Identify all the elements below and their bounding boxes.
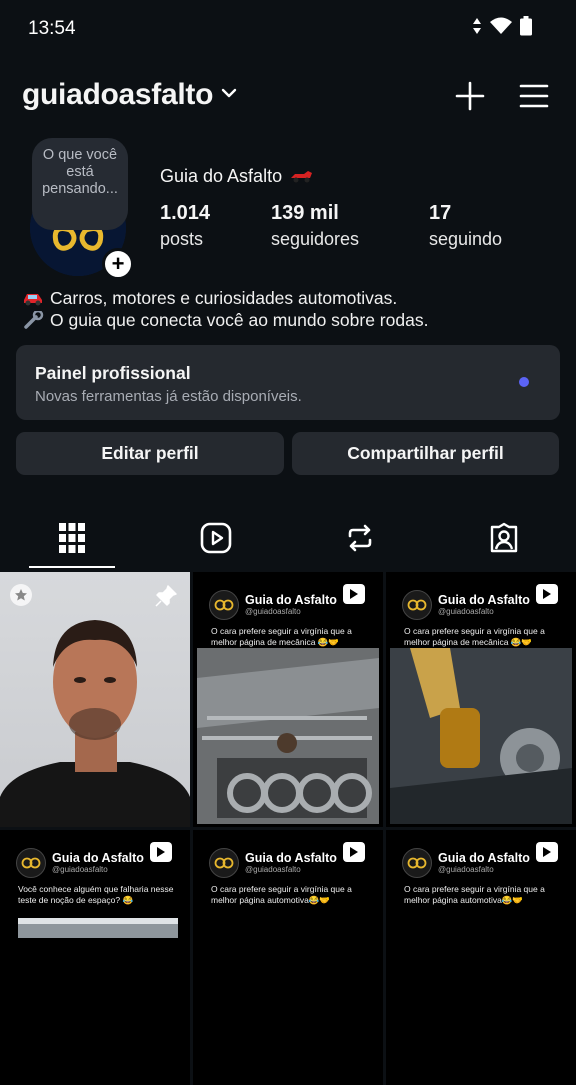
tab-reposts[interactable] <box>288 508 432 568</box>
reel-caption: O cara prefere seguir a virgínia que a m… <box>404 626 545 647</box>
stat-value: 139 mil <box>271 202 339 224</box>
grid-icon <box>59 523 85 553</box>
reel-header: Guia do Asfalto @guiadoasfalto <box>402 848 530 878</box>
display-name-text: Guia do Asfalto <box>160 166 283 186</box>
reel-name: Guia do Asfalto <box>438 850 530 865</box>
reel-header: Guia do Asfalto @guiadoasfalto <box>209 590 337 620</box>
reel-handle: @guiadoasfalto <box>245 606 301 616</box>
create-plus-icon[interactable] <box>452 78 488 114</box>
bio: Carros, motores e curiosidades automotiv… <box>22 287 428 331</box>
stat-value: 17 <box>429 202 452 224</box>
pin-icon <box>155 585 177 607</box>
profile-tabs <box>0 508 576 568</box>
reel-icon <box>150 842 172 862</box>
reel-name: Guia do Asfalto <box>438 592 530 607</box>
professional-dashboard-card[interactable]: Painel profissional Novas ferramentas já… <box>16 345 560 420</box>
active-tab-indicator <box>29 566 115 568</box>
post-thumbnail[interactable]: Guia do Asfalto @guiadoasfalto O cara pre… <box>386 572 576 827</box>
plus-icon: + <box>111 251 125 276</box>
post-thumbnail[interactable]: Guia do Asfalto @guiadoasfalto O cara pre… <box>193 572 383 827</box>
reel-handle: @guiadoasfalto <box>52 864 108 874</box>
post-image <box>0 572 190 827</box>
thought-bubble[interactable]: O que você está pensando... <box>32 138 128 230</box>
post-thumbnail[interactable]: Guia do Asfalto @guiadoasfalto Você conhe… <box>0 830 190 1085</box>
profile-header: guiadoasfalto <box>0 72 576 120</box>
post-thumbnail[interactable] <box>0 572 190 827</box>
reel-header: Guia do Asfalto @guiadoasfalto <box>402 590 530 620</box>
reel-handle: @guiadoasfalto <box>438 864 494 874</box>
reel-caption: O cara prefere seguir a virgínia que a m… <box>211 626 352 647</box>
stat-label: seguindo <box>429 229 503 249</box>
bio-text: O guia que conecta você ao mundo sobre r… <box>50 310 429 330</box>
add-story-button[interactable]: + <box>102 248 134 280</box>
reel-caption: O cara prefere seguir a virgínia que a m… <box>404 884 545 905</box>
edit-profile-button[interactable]: Editar perfil <box>16 432 284 475</box>
wifi-icon <box>490 17 512 34</box>
reel-name: Guia do Asfalto <box>245 592 337 607</box>
username[interactable]: guiadoasfalto <box>22 78 213 112</box>
wrench-icon <box>24 311 44 329</box>
reel-header: Guia do Asfalto @guiadoasfalto <box>16 848 144 878</box>
notification-dot <box>519 377 529 387</box>
stat-label: seguidores <box>271 229 360 249</box>
post-image <box>197 648 379 824</box>
tab-tagged[interactable] <box>432 508 576 568</box>
reels-play-icon <box>200 522 232 554</box>
brand-logo-icon <box>402 590 432 620</box>
repost-icon <box>348 524 372 552</box>
reel-caption: O cara prefere seguir a virgínia que a m… <box>211 884 352 905</box>
status-bar: 13:54 <box>0 0 576 56</box>
brand-logo-icon <box>16 848 46 878</box>
reel-icon <box>536 584 558 604</box>
brand-logo-icon <box>402 848 432 878</box>
stat-following[interactable]: 17 seguindo <box>429 202 502 250</box>
reel-icon <box>536 842 558 862</box>
chevron-down-icon[interactable] <box>220 84 238 102</box>
race-car-icon <box>291 171 313 183</box>
post-thumbnail[interactable]: Guia do Asfalto @guiadoasfalto O cara pre… <box>193 830 383 1085</box>
reel-handle: @guiadoasfalto <box>438 606 494 616</box>
battery-icon <box>520 16 532 36</box>
post-image <box>390 648 572 824</box>
bio-line: Carros, motores e curiosidades automotiv… <box>22 287 428 309</box>
tab-reels[interactable] <box>144 508 288 568</box>
posts-grid: Guia do Asfalto @guiadoasfalto O cara pre… <box>0 572 576 1085</box>
reel-header: Guia do Asfalto @guiadoasfalto <box>209 848 337 878</box>
reel-icon <box>343 584 365 604</box>
menu-icon[interactable] <box>516 78 552 114</box>
stat-value: 1.014 <box>160 202 211 224</box>
data-arrows-icon <box>473 18 481 34</box>
brand-logo-icon <box>209 848 239 878</box>
stat-followers[interactable]: 139 mil seguidores <box>271 202 359 250</box>
bio-text: Carros, motores e curiosidades automotiv… <box>50 288 398 308</box>
panel-title: Painel profissional <box>35 363 191 383</box>
brand-logo-icon <box>209 590 239 620</box>
status-time: 13:54 <box>28 18 76 39</box>
stat-label: posts <box>160 229 204 249</box>
stat-posts[interactable]: 1.014 posts <box>160 202 210 250</box>
reel-icon <box>343 842 365 862</box>
tab-grid[interactable] <box>0 508 144 568</box>
reel-caption: Você conhece alguém que falharia nesse t… <box>18 884 174 905</box>
bio-line: O guia que conecta você ao mundo sobre r… <box>22 309 428 331</box>
display-name: Guia do Asfalto <box>160 166 314 187</box>
reel-handle: @guiadoasfalto <box>245 864 301 874</box>
post-image <box>18 918 178 1085</box>
reel-name: Guia do Asfalto <box>52 850 144 865</box>
tagged-person-icon <box>490 522 518 553</box>
car-icon <box>24 294 42 306</box>
post-thumbnail[interactable]: Guia do Asfalto @guiadoasfalto O cara pre… <box>386 830 576 1085</box>
reel-name: Guia do Asfalto <box>245 850 337 865</box>
panel-subtitle: Novas ferramentas já estão disponíveis. <box>35 388 302 405</box>
share-profile-button[interactable]: Compartilhar perfil <box>292 432 559 475</box>
status-icons <box>472 16 532 36</box>
favorite-star-icon <box>10 584 32 606</box>
